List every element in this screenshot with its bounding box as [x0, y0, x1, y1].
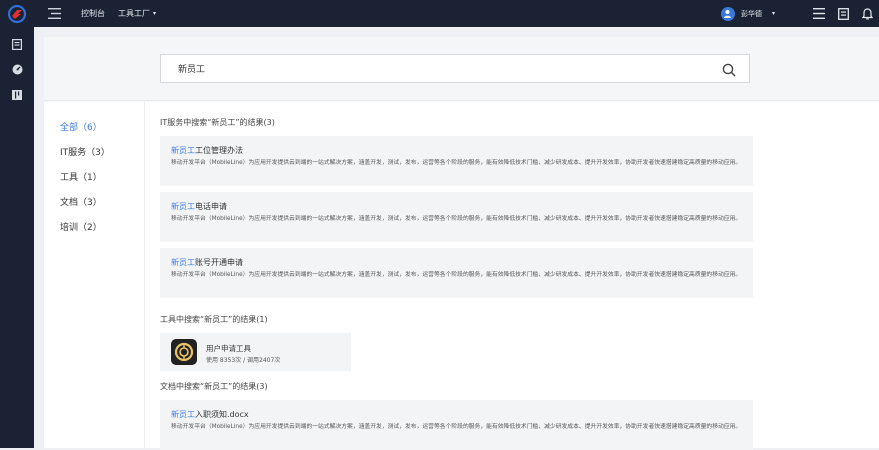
- rail-item-dashboard[interactable]: [0, 57, 34, 82]
- search-input[interactable]: 新员工: [160, 54, 750, 83]
- user-name: 彭华德: [740, 9, 762, 18]
- logo-icon: [8, 4, 26, 23]
- result-title-rest: 电话申请: [195, 202, 227, 211]
- result-card[interactable]: 新员工工位管理办法 移动开发平台（MobileLine）为应用开发提供云到端的一…: [160, 136, 753, 186]
- result-title-rest: 入职须知.docx: [195, 410, 249, 419]
- result-title-rest: 账号开通申请: [195, 258, 243, 267]
- result-title-highlight: 新员工: [171, 258, 195, 267]
- tool-app-icon: [171, 339, 197, 365]
- gauge-icon: [12, 64, 22, 75]
- search-zone: 新员工: [44, 37, 879, 101]
- result-title-rest: 工位管理办法: [195, 146, 243, 155]
- filter-tools[interactable]: 工具（1）: [60, 170, 102, 183]
- top-bar: 控制台 工具工厂 ▾ 彭华德 ▾: [0, 0, 879, 27]
- result-description: 移动开发平台（MobileLine）为应用开发提供云到端的一站式解决方案，涵盖开…: [171, 424, 742, 430]
- tool-logo-icon: [174, 342, 194, 362]
- document-icon: [837, 7, 849, 20]
- nav-console[interactable]: 控制台: [81, 8, 105, 19]
- avatar: [720, 6, 735, 21]
- result-description: 移动开发平台（MobileLine）为应用开发提供云到端的一站式解决方案，涵盖开…: [171, 272, 742, 278]
- app-logo[interactable]: [0, 0, 34, 27]
- rail-item-columns[interactable]: [0, 82, 34, 107]
- search-input-value: 新员工: [178, 65, 206, 75]
- notification-button[interactable]: [855, 0, 879, 27]
- list-menu-icon: [813, 8, 825, 19]
- tool-card[interactable]: 用户申请工具 使用 8353次 / 调用2407次: [160, 333, 351, 371]
- book-icon: [12, 39, 22, 50]
- result-title-highlight: 新员工: [171, 146, 195, 155]
- top-right-area: 彭华德 ▾: [720, 0, 879, 27]
- filter-all[interactable]: 全部（6）: [60, 120, 102, 133]
- grid-menu-button[interactable]: [807, 0, 831, 27]
- result-card[interactable]: 新员工电话申请 移动开发平台（MobileLine）为应用开发提供云到端的一站式…: [160, 192, 753, 242]
- search-icon[interactable]: [722, 62, 736, 81]
- chevron-down-icon: ▾: [153, 10, 157, 17]
- main-area: 新员工 全部（6） IT服务（3） 工具（1） 文档（3） 培训（2） IT服务…: [44, 37, 879, 450]
- left-rail: [0, 27, 34, 448]
- result-description: 移动开发平台（MobileLine）为应用开发提供云到端的一站式解决方案，涵盖开…: [171, 160, 742, 166]
- hamburger-icon: [47, 8, 61, 19]
- user-menu[interactable]: 彭华德 ▾: [720, 6, 775, 21]
- filter-docs[interactable]: 文档（3）: [60, 195, 102, 208]
- result-title[interactable]: 新员工电话申请: [171, 201, 227, 212]
- category-filters: 全部（6） IT服务（3） 工具（1） 文档（3） 培训（2）: [44, 102, 145, 448]
- nav-tool-factory-label: 工具工厂: [118, 9, 150, 18]
- section-title-docs: 文档中搜索“新员工”的结果(3): [160, 382, 268, 391]
- columns-icon: [12, 89, 22, 100]
- menu-toggle-button[interactable]: [40, 0, 68, 27]
- nav-tool-factory[interactable]: 工具工厂 ▾: [118, 8, 156, 19]
- document-button[interactable]: [831, 0, 855, 27]
- result-card[interactable]: 新员工账号开通申请 移动开发平台（MobileLine）为应用开发提供云到端的一…: [160, 248, 753, 298]
- nav-console-label: 控制台: [81, 9, 105, 18]
- filter-training[interactable]: 培训（2）: [60, 220, 102, 233]
- result-title[interactable]: 新员工工位管理办法: [171, 145, 243, 156]
- bell-icon: [861, 7, 873, 19]
- section-title-tools: 工具中搜索“新员工”的结果(1): [160, 315, 268, 324]
- section-title-it: IT服务中搜索“新员工”的结果(3): [160, 118, 275, 127]
- result-title[interactable]: 新员工账号开通申请: [171, 257, 243, 268]
- result-description: 移动开发平台（MobileLine）为应用开发提供云到端的一站式解决方案，涵盖开…: [171, 216, 742, 222]
- user-icon: [724, 10, 732, 18]
- result-title[interactable]: 新员工入职须知.docx: [171, 409, 249, 420]
- chevron-down-icon: ▾: [771, 10, 775, 17]
- result-title-highlight: 新员工: [171, 202, 195, 211]
- tool-name: 用户申请工具: [206, 344, 251, 353]
- result-card[interactable]: 新员工入职须知.docx 移动开发平台（MobileLine）为应用开发提供云到…: [160, 400, 753, 450]
- rail-item-book[interactable]: [0, 32, 34, 57]
- filter-it-service[interactable]: IT服务（3）: [60, 145, 110, 158]
- results-content: 全部（6） IT服务（3） 工具（1） 文档（3） 培训（2） IT服务中搜索“…: [44, 102, 879, 450]
- result-title-highlight: 新员工: [171, 410, 195, 419]
- tool-usage-stats: 使用 8353次 / 调用2407次: [206, 357, 281, 364]
